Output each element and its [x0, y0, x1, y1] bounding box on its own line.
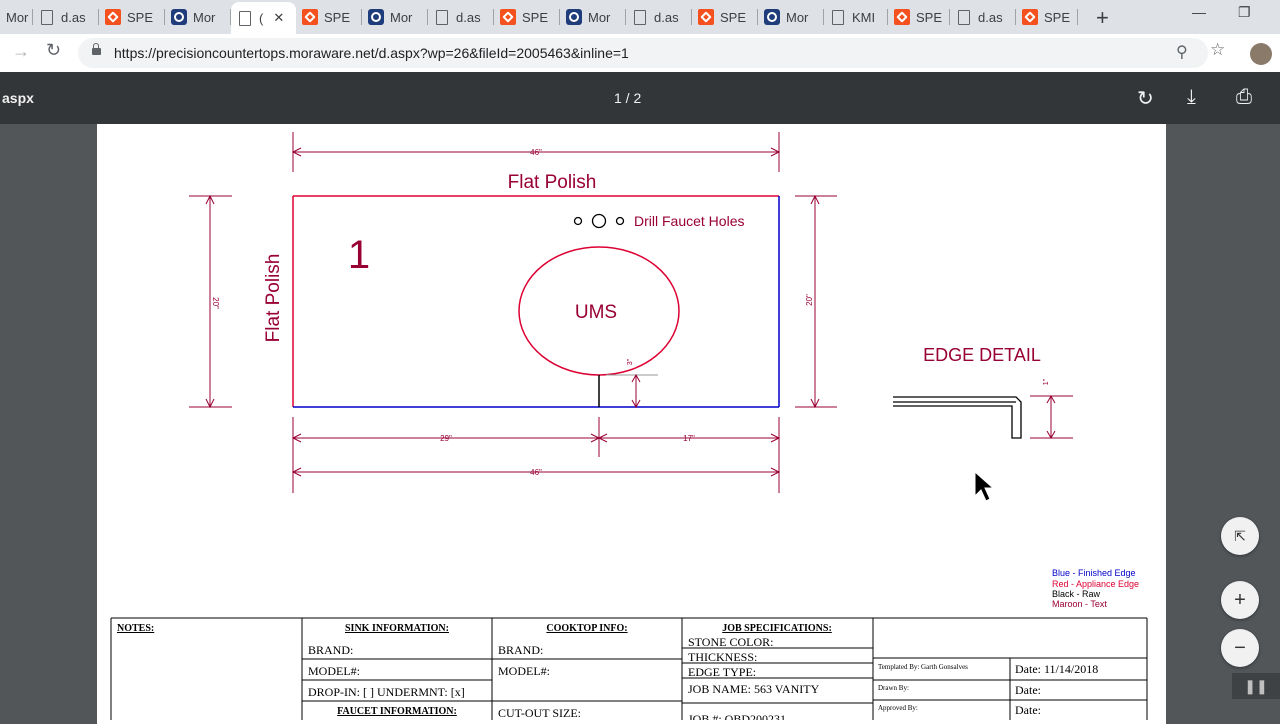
cooktop-model: MODEL#:	[498, 664, 550, 678]
cooktop-cutout: CUT-OUT SIZE:	[498, 706, 581, 720]
job-spec-header: JOB SPECIFICATIONS:	[722, 623, 832, 634]
faucet-hole-center	[591, 213, 607, 229]
drill-faucet-note: Drill Faucet Holes	[634, 213, 744, 229]
approved-date: Date:	[1015, 703, 1041, 717]
cooktop-brand: BRAND:	[498, 643, 543, 657]
sink-model: MODEL#:	[308, 664, 360, 678]
edge-type: EDGE TYPE:	[688, 665, 756, 679]
top-edge-label: Flat Polish	[508, 172, 597, 193]
job-name: JOB NAME: 563 VANITY	[688, 682, 820, 696]
approved-by: Approved By:	[878, 704, 918, 712]
left-segment-text: 29"	[440, 434, 452, 443]
legend-appliance-edge: Red - Appliance Edge	[1052, 579, 1139, 589]
countertop-drawing: 46" Flat Polish 20" Flat Polish 20" 1 Dr…	[110, 132, 1148, 720]
faucet-hole-left	[573, 216, 583, 226]
piece-number: 1	[348, 233, 370, 277]
thickness: THICKNESS:	[688, 650, 757, 664]
edge-profile	[893, 396, 1022, 439]
cooktop-header: COOKTOP INFO:	[546, 623, 627, 634]
mouse-cursor	[974, 470, 995, 502]
sink-mount: DROP-IN: [ ] UNDERMNT: [x]	[308, 685, 465, 699]
top-dimension-text: 46"	[530, 148, 542, 157]
job-number: JOB #: OBD200231	[688, 712, 786, 720]
bottom-dimension-text: 46"	[530, 468, 542, 477]
notes-header: NOTES:	[117, 623, 154, 634]
sink-brand: BRAND:	[308, 643, 353, 657]
template-date: Date: 11/14/2018	[1015, 662, 1098, 676]
zoom-out-button[interactable]: −	[1221, 629, 1259, 667]
faucet-header: FAUCET INFORMATION:	[337, 706, 457, 717]
pause-icon[interactable]: ❚❚	[1232, 673, 1280, 699]
faucet-hole-right	[615, 216, 625, 226]
legend-raw-edge: Black - Raw	[1052, 589, 1101, 599]
legend-text-color: Maroon - Text	[1052, 599, 1107, 609]
left-edge-label: Flat Polish	[263, 254, 284, 343]
edge-thickness-text: 1"	[1043, 378, 1050, 385]
templated-by: Templated By: Garth Gonsalves	[878, 663, 968, 671]
sink-label: UMS	[575, 302, 617, 323]
drawn-by: Drawn By:	[878, 684, 909, 692]
setback-text: 3"	[627, 358, 634, 365]
spec-table-grid	[110, 617, 1148, 720]
right-segment-text: 17"	[683, 434, 695, 443]
color-legend: Blue - Finished Edge Red - Appliance Edg…	[1052, 568, 1139, 609]
sink-header: SINK INFORMATION:	[345, 623, 449, 634]
drawn-date: Date:	[1015, 683, 1041, 697]
legend-finished-edge: Blue - Finished Edge	[1052, 568, 1136, 578]
fit-page-button[interactable]: ⇱	[1221, 517, 1259, 555]
zoom-in-button[interactable]: +	[1221, 581, 1259, 619]
left-height-text: 20"	[211, 297, 220, 309]
stone-color: STONE COLOR:	[688, 635, 773, 649]
edge-detail-label: EDGE DETAIL	[923, 345, 1041, 365]
right-height-text: 20"	[805, 294, 814, 306]
